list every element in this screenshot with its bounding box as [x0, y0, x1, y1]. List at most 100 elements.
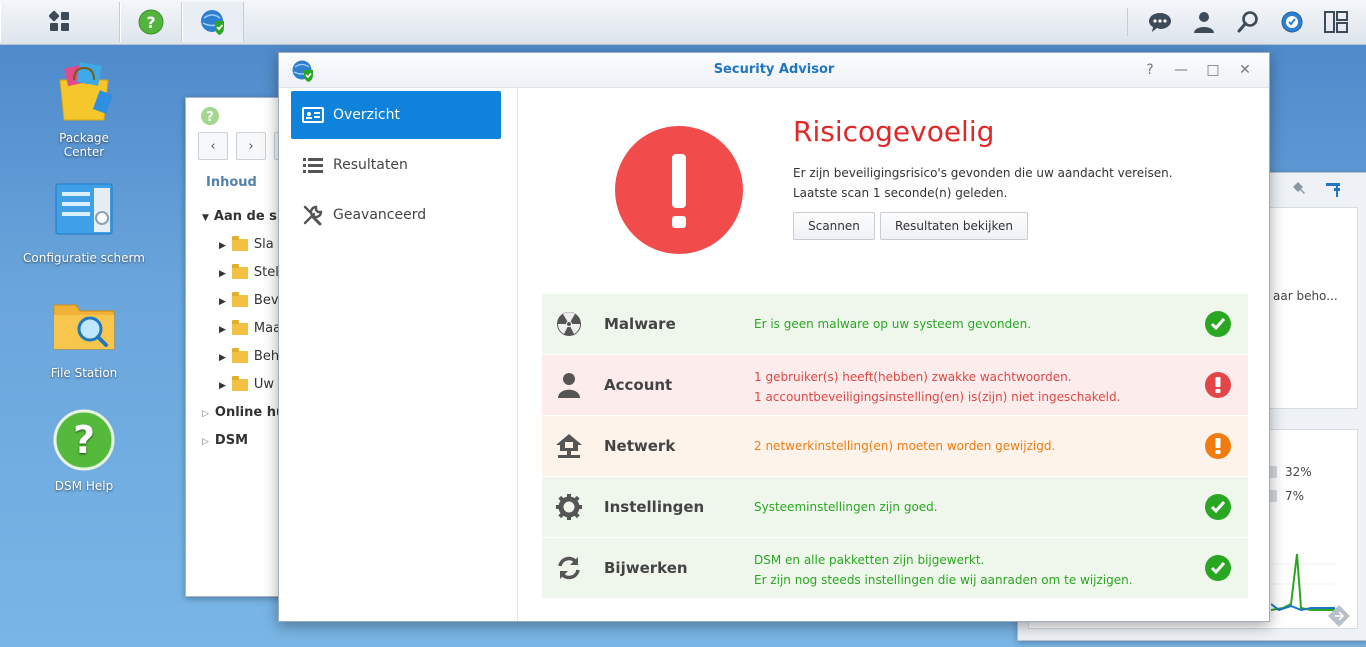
sidebar: Overzicht Resultaten Geavanceerd: [279, 87, 518, 621]
notifications-button[interactable]: [1138, 0, 1182, 44]
caret-right-icon: ▶: [219, 297, 226, 307]
wrench-icon: [301, 205, 325, 226]
category-message: Er is geen malware op uw systeem gevonde…: [754, 317, 1032, 331]
widgets-button[interactable]: [1314, 0, 1358, 44]
sidebar-item-resultaten[interactable]: Resultaten: [291, 141, 501, 189]
user-menu-button[interactable]: [1182, 0, 1226, 44]
caret-right-icon: ▶: [219, 381, 226, 391]
view-results-button[interactable]: Resultaten bekijken: [880, 212, 1028, 240]
taskbar-dsm-help[interactable]: ?: [120, 2, 182, 42]
resize-grip[interactable]: [1328, 605, 1350, 627]
warning-icon: [1205, 433, 1231, 459]
help-icon: ?: [138, 9, 164, 35]
chevron-right-icon: ›: [248, 138, 254, 154]
chat-icon: [1149, 13, 1171, 32]
folder-icon: [231, 235, 248, 251]
minimize-button[interactable]: —: [1172, 61, 1190, 79]
help-button[interactable]: ?: [1141, 61, 1159, 79]
control-panel-icon: [55, 183, 113, 235]
svg-text:?: ?: [206, 110, 214, 125]
desktop-icon-file-station[interactable]: File Station: [14, 295, 154, 380]
category-name: Malware: [604, 315, 676, 333]
widget-text: aar beho...: [1273, 289, 1338, 303]
folder-icon: [231, 319, 248, 335]
search-button[interactable]: [1226, 0, 1270, 44]
list-icon: [301, 155, 325, 175]
resource-monitor-button[interactable]: [1270, 0, 1314, 44]
caret-right-icon: ▶: [219, 353, 226, 363]
sidebar-item-label: Resultaten: [333, 157, 408, 173]
security-advisor-window[interactable]: Security Advisor ? — □ ✕ Overzicht Resul…: [278, 52, 1270, 622]
category-message: 1 gebruiker(s) heeft(hebben) zwakke wach…: [754, 370, 1121, 404]
back-button[interactable]: ‹: [198, 132, 228, 160]
desktop-icon-control-panel[interactable]: Configuratie scherm: [14, 180, 154, 265]
folder-icon: [231, 347, 248, 363]
desktop-icon-dsm-help[interactable]: ? DSM Help: [14, 408, 154, 493]
desktop-icon-label: Package: [59, 131, 109, 145]
status-title: Risicogevoelig: [793, 115, 995, 148]
desktop-icon-package-center[interactable]: Package Center: [14, 60, 154, 159]
scan-button[interactable]: Scannen: [793, 212, 875, 240]
check-icon: [1205, 494, 1231, 520]
category-row-malware[interactable]: Malware Er is geen malware op uw systeem…: [542, 294, 1248, 355]
category-message: 2 netwerkinstelling(en) moeten worden ge…: [754, 439, 1056, 453]
help-section-title: Inhoud: [206, 175, 257, 190]
alert-icon: [1205, 372, 1231, 398]
category-row-account[interactable]: Account 1 gebruiker(s) heeft(hebben) zwa…: [542, 355, 1248, 416]
sidebar-item-geavanceerd[interactable]: Geavanceerd: [291, 191, 501, 239]
folder-icon: [231, 291, 248, 307]
exclamation-icon: [672, 154, 686, 228]
caret-right-icon: ▷: [202, 437, 209, 447]
user-icon: [1194, 12, 1214, 33]
help-icon: ?: [201, 107, 219, 125]
category-message: Systeeminstellingen zijn goed.: [754, 500, 938, 514]
caret-right-icon: ▶: [219, 241, 226, 251]
folder-icon: [231, 263, 248, 279]
category-row-netwerk[interactable]: Netwerk 2 netwerkinstelling(en) moeten w…: [542, 416, 1248, 477]
folder-icon: [231, 375, 248, 391]
chevron-left-icon: ‹: [210, 138, 216, 154]
risk-status-icon: [615, 126, 743, 254]
taskbar-separator: [1127, 8, 1128, 36]
search-icon: [1237, 11, 1258, 33]
network-graph: [1271, 553, 1335, 612]
category-list: Malware Er is geen malware op uw systeem…: [542, 294, 1248, 599]
desktop-icon-label: Center: [63, 145, 105, 159]
sidebar-item-overzicht[interactable]: Overzicht: [291, 91, 501, 139]
layout-icon: [1324, 11, 1348, 33]
status-line: Er zijn beveiligingsrisico's gevonden di…: [793, 166, 1173, 180]
ram-bar: [1269, 490, 1277, 502]
user-icon: [554, 372, 584, 398]
cpu-percent: 32%: [1285, 465, 1312, 479]
package-center-icon: [59, 62, 113, 121]
dashboard-icon: [1281, 11, 1303, 33]
caret-right-icon: ▶: [219, 325, 226, 335]
refresh-icon: [554, 555, 584, 581]
file-station-icon: [53, 304, 115, 350]
close-button[interactable]: ✕: [1236, 61, 1254, 79]
forward-button[interactable]: ›: [236, 132, 266, 160]
desktop-icon-label: File Station: [50, 366, 118, 380]
gear-icon: [554, 494, 584, 520]
category-message: DSM en alle pakketten zijn bijgewerkt. E…: [754, 553, 1133, 587]
maximize-button[interactable]: □: [1204, 61, 1222, 79]
desktop-icon-label: Configuratie scherm: [23, 251, 145, 265]
svg-text:?: ?: [146, 13, 155, 32]
check-icon: [1205, 555, 1231, 581]
status-description: Er zijn beveiligingsrisico's gevonden di…: [793, 163, 1173, 203]
widget-menu-icon[interactable]: [1324, 181, 1342, 201]
radiation-icon: [554, 311, 584, 337]
cpu-bar: [1269, 466, 1277, 478]
category-row-bijwerken[interactable]: Bijwerken DSM en alle pakketten zijn bij…: [542, 538, 1248, 599]
ram-percent: 7%: [1285, 489, 1305, 503]
pin-icon[interactable]: [1292, 181, 1308, 201]
window-title: Security Advisor: [713, 62, 835, 77]
caret-down-icon: ▼: [202, 213, 209, 223]
taskbar-security-advisor[interactable]: [182, 2, 244, 42]
category-row-instellingen[interactable]: Instellingen Systeeminstellingen zijn go…: [542, 477, 1248, 538]
main-menu-button[interactable]: [0, 2, 120, 42]
category-name: Bijwerken: [604, 559, 688, 577]
check-icon: [1205, 311, 1231, 337]
caret-right-icon: ▷: [202, 409, 209, 419]
window-titlebar[interactable]: Security Advisor ? — □ ✕: [279, 53, 1269, 88]
